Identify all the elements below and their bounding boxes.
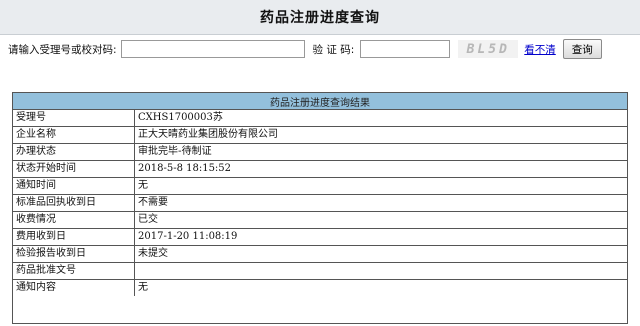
row-value: 审批完毕-待制证 (134, 143, 627, 161)
row-label: 办理状态 (13, 143, 135, 161)
row-label: 通知时间 (13, 177, 135, 195)
row-value: 未提交 (134, 245, 627, 263)
search-input[interactable] (120, 40, 305, 58)
row-value: 2017-1-20 11:08:19 (134, 228, 627, 246)
row-label: 受理号 (13, 110, 135, 127)
query-button[interactable]: 查询 (562, 39, 602, 59)
row-label: 企业名称 (13, 126, 135, 144)
results-table: 药品注册进度查询结果 受理号 CXHS1700003苏 企业名称 正大天晴药业集… (12, 92, 628, 324)
captcha-image: BL5D (458, 40, 519, 58)
row-label: 药品批准文号 (13, 262, 135, 280)
row-label: 通知内容 (13, 279, 135, 296)
table-row: 标准品回执收到日 不需要 (13, 194, 627, 212)
table-row: 通知时间 无 (13, 177, 627, 195)
verify-code-label: 验 证 码: (312, 43, 355, 56)
table-row: 企业名称 正大天晴药业集团股份有限公司 (13, 126, 627, 144)
refresh-captcha-link[interactable]: 看不清 (524, 42, 556, 57)
row-value: 无 (134, 177, 627, 195)
table-row: 药品批准文号 (13, 262, 627, 280)
row-value: 2018-5-8 18:15:52 (134, 160, 627, 178)
row-value: 正大天晴药业集团股份有限公司 (134, 126, 627, 144)
title-bar: 药品注册进度查询 (0, 0, 640, 35)
row-label: 状态开始时间 (13, 160, 135, 178)
table-row: 状态开始时间 2018-5-8 18:15:52 (13, 160, 627, 178)
table-row: 检验报告收到日 未提交 (13, 245, 627, 263)
table-row: 办理状态 审批完毕-待制证 (13, 143, 627, 161)
row-value: 不需要 (134, 194, 627, 212)
row-value: CXHS1700003苏 (134, 110, 627, 127)
row-label: 费用收到日 (13, 228, 135, 246)
table-row: 收费情况 已交 (13, 211, 627, 229)
verify-code-input[interactable] (360, 40, 451, 58)
row-label: 标准品回执收到日 (13, 194, 135, 212)
row-label: 收费情况 (13, 211, 135, 229)
results-grid: 受理号 CXHS1700003苏 企业名称 正大天晴药业集团股份有限公司 办理状… (13, 110, 627, 296)
row-label: 检验报告收到日 (13, 245, 135, 263)
row-value: 无 (134, 279, 627, 296)
search-label: 请输入受理号或校对码: (8, 43, 117, 56)
table-row: 费用收到日 2017-1-20 11:08:19 (13, 228, 627, 246)
table-row: 受理号 CXHS1700003苏 (13, 110, 627, 127)
row-value (134, 262, 627, 280)
table-row: 通知内容 无 (13, 279, 627, 296)
row-value: 已交 (134, 211, 627, 229)
results-header: 药品注册进度查询结果 (13, 93, 627, 110)
page-title: 药品注册进度查询 (260, 10, 380, 26)
search-row: 请输入受理号或校对码: 验 证 码: BL5D 看不清 查询 (0, 35, 640, 63)
